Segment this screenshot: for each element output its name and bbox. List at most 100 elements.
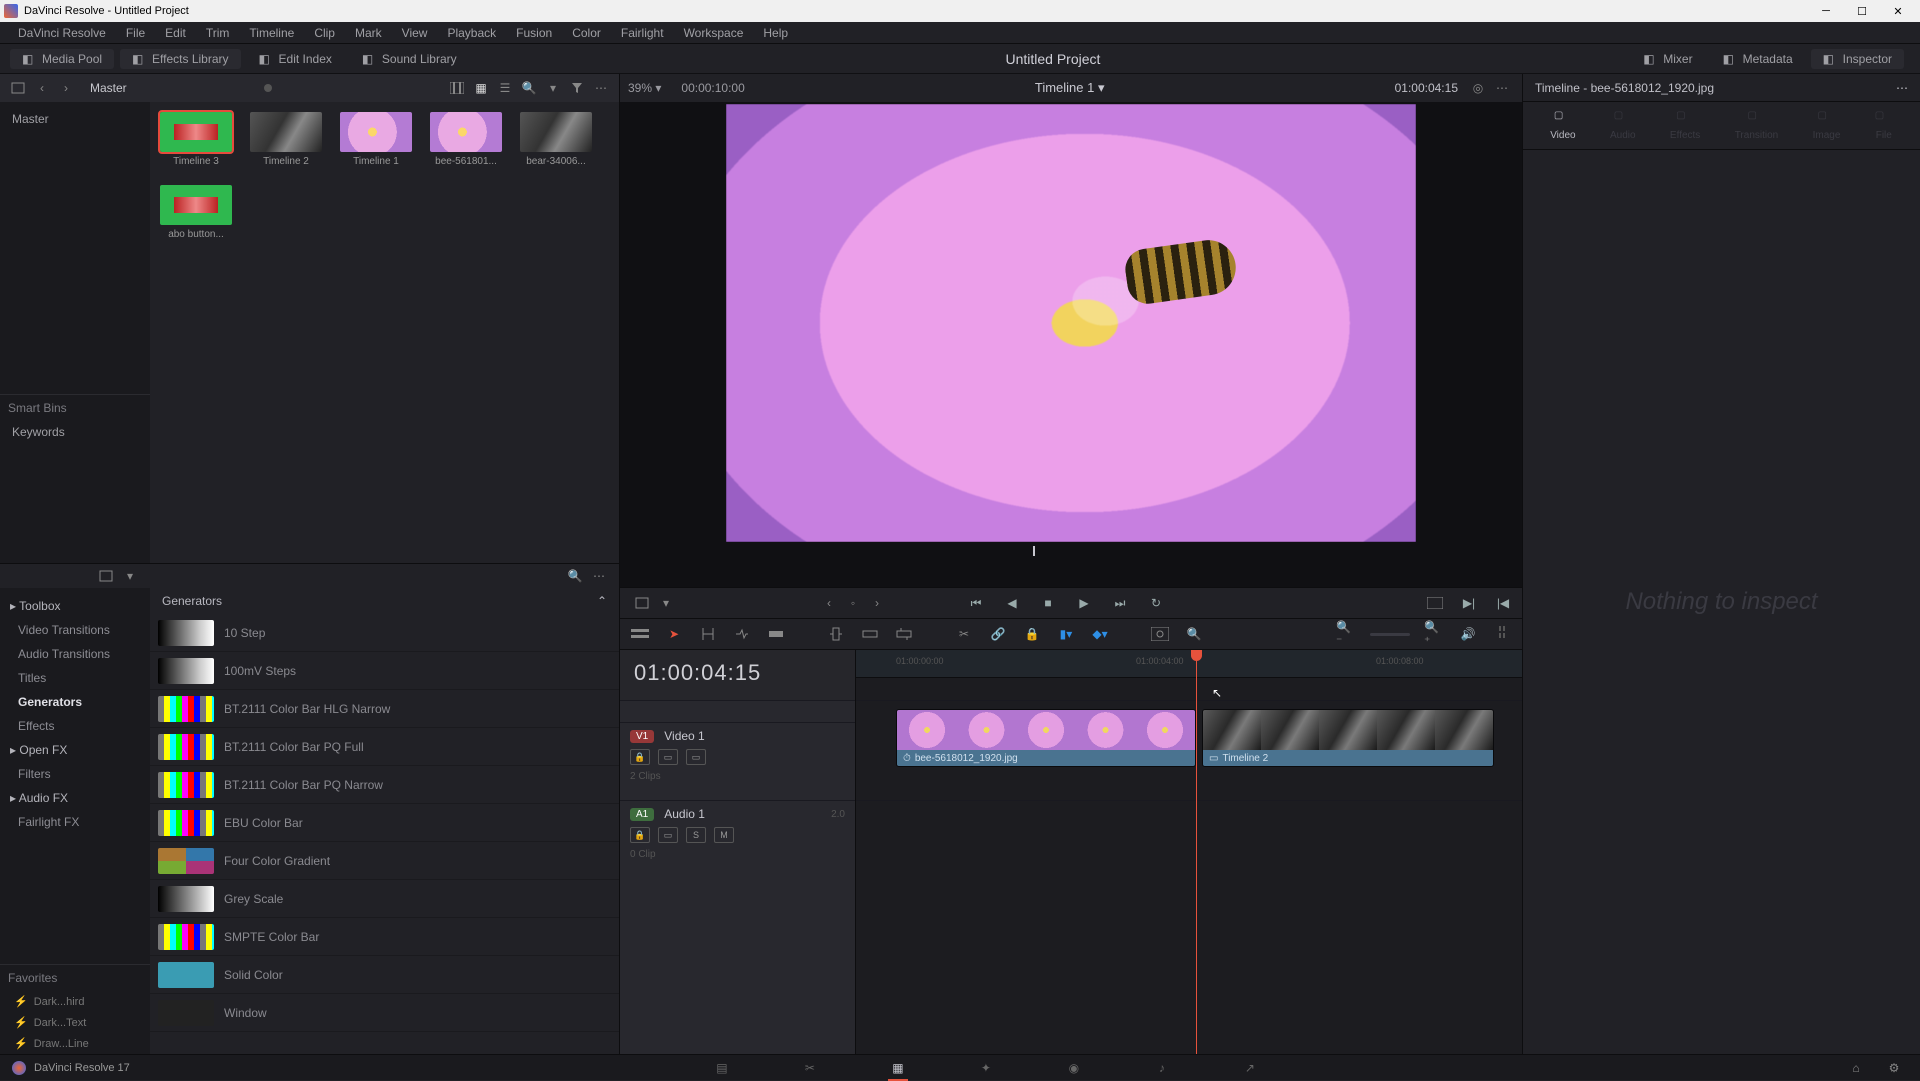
timeline-canvas[interactable]: 01:00:00:00 01:00:04:00 01:00:08:00 ⏱bee… xyxy=(856,650,1522,1054)
insert-mode-dropdown[interactable]: ▾ xyxy=(654,591,678,615)
audio-track-lane[interactable] xyxy=(856,800,1522,878)
menu-mark[interactable]: Mark xyxy=(345,26,392,40)
match-frame-icon[interactable] xyxy=(1426,594,1444,612)
metadata-btn[interactable]: ◧Metadata xyxy=(1711,49,1805,69)
go-start-icon[interactable]: ⏮ xyxy=(967,594,985,612)
thumb-view-icon[interactable]: ▦ xyxy=(469,76,493,100)
menu-file[interactable]: File xyxy=(116,26,155,40)
a1-mute-button[interactable]: M xyxy=(714,827,734,843)
inspector-tab-file[interactable]: ▢File xyxy=(1875,110,1893,141)
inspector-tab-image[interactable]: ▢Image xyxy=(1813,110,1841,141)
media-pool-btn[interactable]: ◧Media Pool xyxy=(10,49,114,69)
timeline-timecode[interactable]: 01:00:04:15 xyxy=(620,650,855,700)
play-icon[interactable]: ▶ xyxy=(1075,594,1093,612)
step-back-icon[interactable]: ◀ xyxy=(1003,594,1021,612)
viewer-scrubber[interactable] xyxy=(692,546,1450,560)
a1-lock-icon[interactable]: 🔒 xyxy=(630,827,650,843)
generator-item[interactable]: Four Color Gradient xyxy=(150,842,619,880)
fx-collapse-icon[interactable]: ⌃ xyxy=(597,594,607,608)
menu-timeline[interactable]: Timeline xyxy=(239,26,304,40)
video-track-lane[interactable]: ⏱bee-5618012_1920.jpg▭Timeline 2 xyxy=(856,700,1522,778)
a1-badge[interactable]: A1 xyxy=(630,808,654,821)
page-cut[interactable]: ✂ xyxy=(796,1055,824,1081)
menu-view[interactable]: View xyxy=(392,26,438,40)
next-edit-icon[interactable]: › xyxy=(865,591,889,615)
smartbin-keywords[interactable]: Keywords xyxy=(0,421,150,443)
home-icon[interactable]: ⌂ xyxy=(1844,1056,1868,1080)
loop-icon[interactable]: ↻ xyxy=(1147,594,1165,612)
fx-cat-open-fx[interactable]: ▸ Open FX xyxy=(0,738,150,762)
prev-edit-icon[interactable]: ‹ xyxy=(817,591,841,615)
lock-icon[interactable]: 🔒 xyxy=(1022,624,1042,644)
menu-davinci-resolve[interactable]: DaVinci Resolve xyxy=(8,26,116,40)
menu-color[interactable]: Color xyxy=(562,26,611,40)
page-fusion[interactable]: ✦ xyxy=(972,1055,1000,1081)
stop-icon[interactable]: ■ xyxy=(1039,594,1057,612)
bin-view-icon[interactable] xyxy=(6,76,30,100)
favorite-item[interactable]: ⚡Draw...Line xyxy=(0,1033,150,1054)
settings-icon[interactable]: ⚙ xyxy=(1882,1056,1906,1080)
generator-item[interactable]: BT.2111 Color Bar PQ Full xyxy=(150,728,619,766)
fx-subcat-video-transitions[interactable]: Video Transitions xyxy=(0,618,150,642)
replace-clip-icon[interactable] xyxy=(894,624,914,644)
inspector-tab-video[interactable]: ▢Video xyxy=(1550,110,1575,141)
flag-icon[interactable]: ▮▾ xyxy=(1056,624,1076,644)
dynamic-trim-icon[interactable] xyxy=(732,624,752,644)
menu-help[interactable]: Help xyxy=(753,26,798,40)
v1-lock-icon[interactable]: 🔒 xyxy=(630,749,650,765)
mixer-btn[interactable]: ◧Mixer xyxy=(1631,49,1704,69)
inspector-more-icon[interactable]: ⋯ xyxy=(1896,81,1908,95)
zoom-out-icon[interactable]: 🔍⁻ xyxy=(1336,624,1356,644)
v1-auto-icon[interactable]: ▭ xyxy=(658,749,678,765)
fx-cat-audio-fx[interactable]: ▸ Audio FX xyxy=(0,786,150,810)
blade-tool-icon[interactable] xyxy=(766,624,786,644)
viewer-timeline-name[interactable]: Timeline 1 ▾ xyxy=(745,80,1395,96)
page-edit[interactable]: ▦ xyxy=(884,1055,912,1081)
clip-item[interactable]: bear-34006... xyxy=(520,112,592,167)
list-view-icon[interactable]: ☰ xyxy=(493,76,517,100)
link-icon[interactable]: 🔗 xyxy=(988,624,1008,644)
fx-subcat-effects[interactable]: Effects xyxy=(0,714,150,738)
favorite-item[interactable]: ⚡Dark...Text xyxy=(0,1012,150,1033)
audio-monitor-icon[interactable]: 🔊 xyxy=(1458,624,1478,644)
viewer-zoom[interactable]: 39% ▾ xyxy=(628,81,661,95)
fx-search-icon[interactable]: 🔍 xyxy=(563,564,587,588)
inspector-tab-effects[interactable]: ▢Effects xyxy=(1670,110,1700,141)
timeline-view-icon[interactable] xyxy=(630,624,650,644)
clip-item[interactable]: bee-561801... xyxy=(430,112,502,167)
insert-mode-icon[interactable] xyxy=(630,591,654,615)
next-clip-icon[interactable]: ▶| xyxy=(1460,594,1478,612)
filter-icon[interactable] xyxy=(565,76,589,100)
generator-item[interactable]: Grey Scale xyxy=(150,880,619,918)
generator-item[interactable]: EBU Color Bar xyxy=(150,804,619,842)
maximize-button[interactable]: ☐ xyxy=(1844,1,1880,21)
playhead[interactable] xyxy=(1196,650,1197,1054)
zoom-timeline-icon[interactable]: 🔍 xyxy=(1184,624,1204,644)
v1-thumb-icon[interactable]: ▭ xyxy=(686,749,706,765)
fx-subcat-audio-transitions[interactable]: Audio Transitions xyxy=(0,642,150,666)
page-deliver[interactable]: ↗ xyxy=(1236,1055,1264,1081)
fx-cat-toolbox[interactable]: ▸ Toolbox xyxy=(0,594,150,618)
nav-fwd-icon[interactable]: › xyxy=(54,76,78,100)
fx-subcat-fairlight-fx[interactable]: Fairlight FX xyxy=(0,810,150,834)
clip-item[interactable]: Timeline 1 xyxy=(340,112,412,167)
generator-item[interactable]: BT.2111 Color Bar HLG Narrow xyxy=(150,690,619,728)
clip-item[interactable]: abo button... xyxy=(160,185,232,240)
go-end-icon[interactable]: ⏭ xyxy=(1111,594,1129,612)
generator-item[interactable]: Solid Color xyxy=(150,956,619,994)
menu-playback[interactable]: Playback xyxy=(437,26,506,40)
find-icon[interactable] xyxy=(1150,624,1170,644)
generator-item[interactable]: BT.2111 Color Bar PQ Narrow xyxy=(150,766,619,804)
prev-clip-icon[interactable]: |◀ xyxy=(1494,594,1512,612)
insert-clip-icon[interactable] xyxy=(826,624,846,644)
timeline-clip[interactable]: ⏱bee-5618012_1920.jpg xyxy=(896,709,1196,767)
menu-clip[interactable]: Clip xyxy=(304,26,345,40)
generator-item[interactable]: 10 Step xyxy=(150,614,619,652)
zoom-in-icon[interactable]: 🔍⁺ xyxy=(1424,624,1444,644)
strip-view-icon[interactable] xyxy=(445,76,469,100)
fx-dropdown-icon[interactable]: ▾ xyxy=(118,564,142,588)
a1-solo-button[interactable]: S xyxy=(686,827,706,843)
v1-badge[interactable]: V1 xyxy=(630,730,654,743)
inspector-btn[interactable]: ◧Inspector xyxy=(1811,49,1904,69)
timeline-clip[interactable]: ▭Timeline 2 xyxy=(1202,709,1494,767)
